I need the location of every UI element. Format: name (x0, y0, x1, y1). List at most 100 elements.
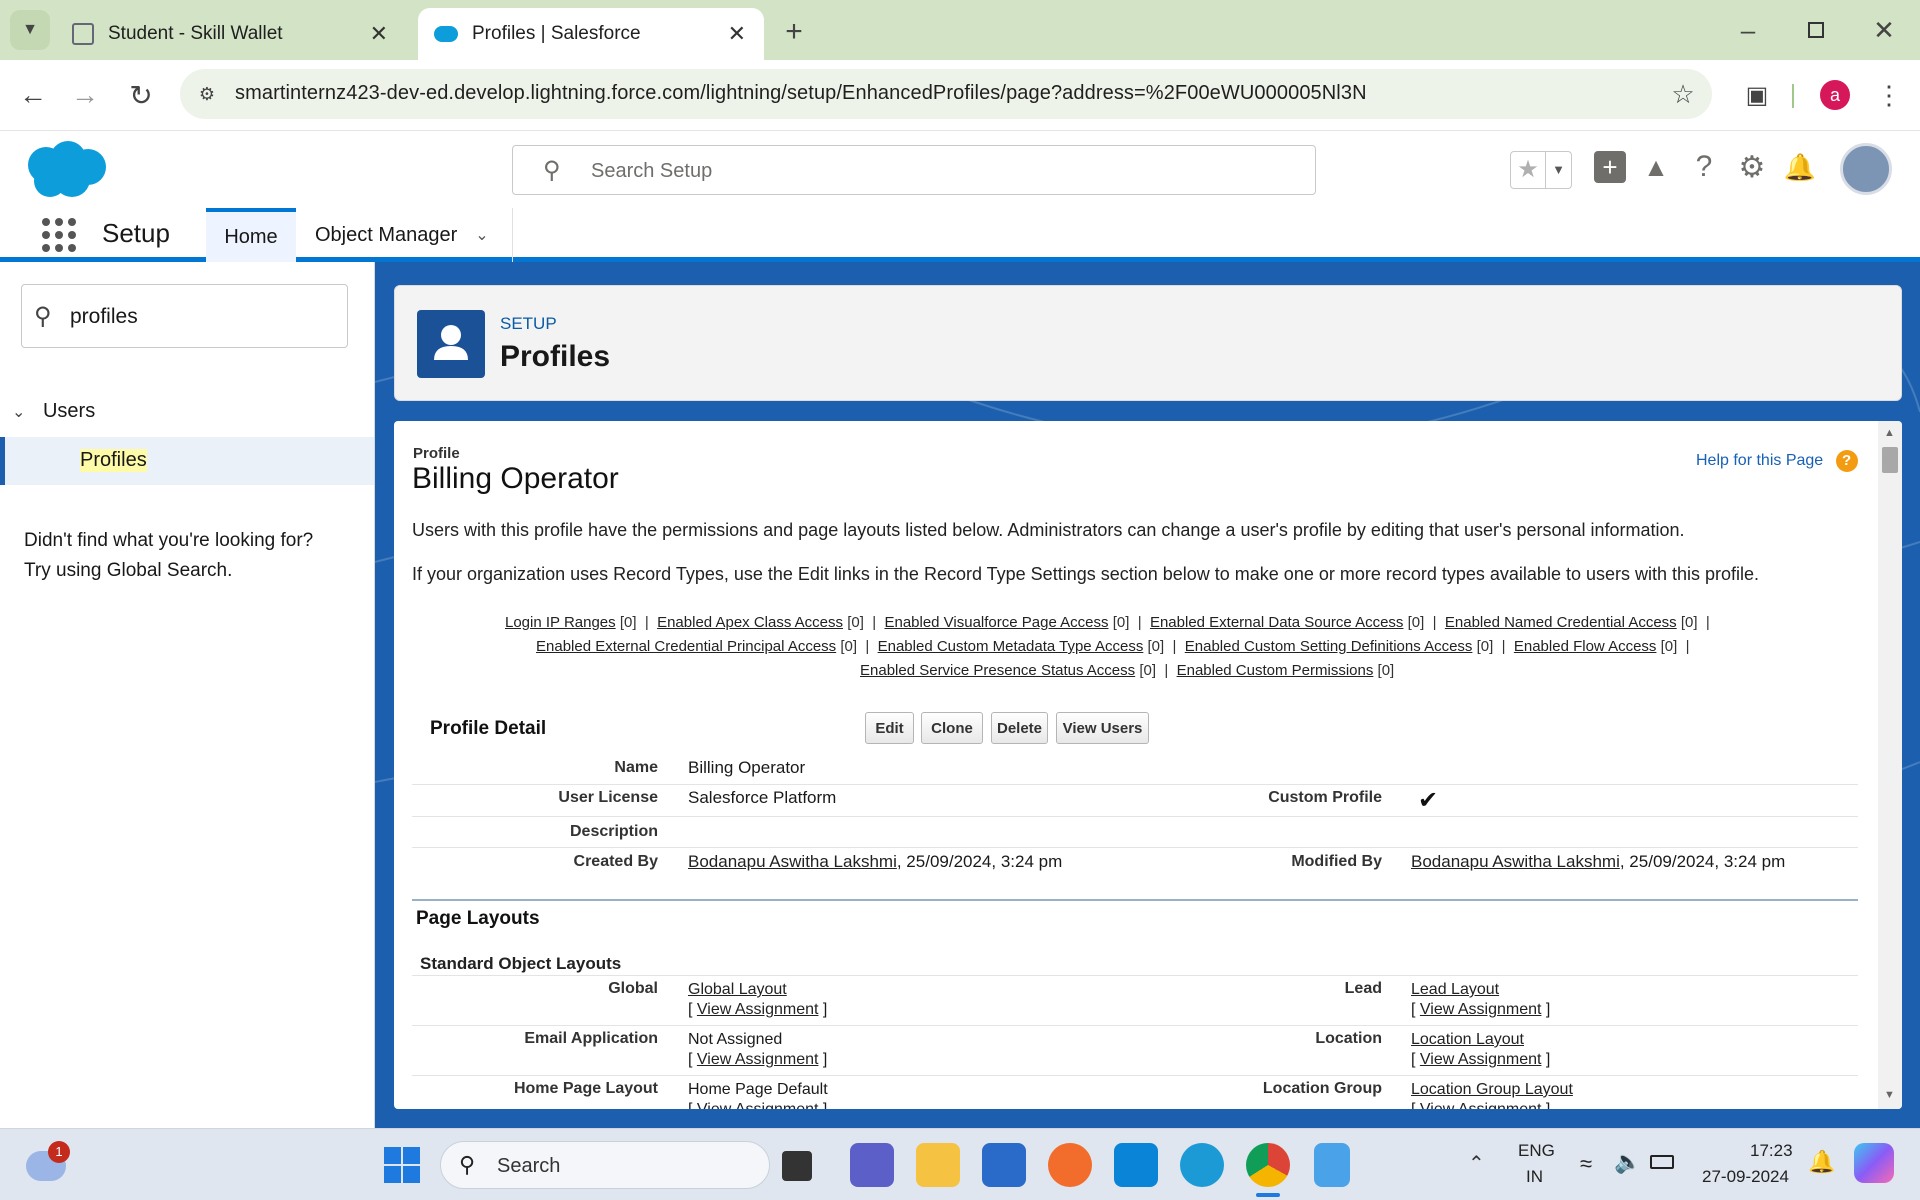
wifi-icon[interactable]: ≈ (1580, 1151, 1592, 1177)
chevron-down-icon[interactable]: ⌄ (475, 225, 488, 245)
setup-search-input[interactable]: ⚲ Search Setup (512, 145, 1316, 195)
delete-button[interactable]: Delete (991, 712, 1048, 744)
related-link[interactable]: Enabled Service Presence Status Access (860, 662, 1135, 679)
clock-date[interactable]: 27-09-2024 (1702, 1167, 1789, 1187)
minimize-icon[interactable]: – (1726, 8, 1770, 52)
created-by-date: , 25/09/2024, 3:24 pm (896, 852, 1063, 871)
browser-menu-icon[interactable]: ⋮ (1868, 74, 1910, 116)
microsoft-store-icon[interactable] (982, 1143, 1026, 1187)
notification-bell-icon[interactable]: 🔔 (1808, 1149, 1835, 1175)
view-assignment-link[interactable]: View Assignment (1420, 1001, 1542, 1018)
user-avatar[interactable] (1840, 143, 1892, 195)
chevron-down-icon[interactable]: ⌄ (12, 404, 25, 421)
language-line1[interactable]: ENG (1518, 1141, 1555, 1161)
favorites-button[interactable]: ★ ▼ (1510, 151, 1572, 189)
file-explorer-icon[interactable] (916, 1143, 960, 1187)
volume-icon[interactable]: 🔈 (1614, 1149, 1641, 1175)
language-line2[interactable]: IN (1526, 1167, 1543, 1187)
tab-object-manager[interactable]: Object Manager ⌄ (297, 208, 513, 262)
related-link[interactable]: Enabled Custom Setting Definitions Acces… (1185, 638, 1473, 655)
scrollbar[interactable]: ▲ ▼ (1878, 421, 1902, 1109)
firefox-icon[interactable] (1048, 1143, 1092, 1187)
trailhead-icon[interactable]: ▲ (1638, 149, 1674, 185)
related-link[interactable]: Enabled Named Credential Access (1445, 614, 1677, 631)
help-icon[interactable]: ? (1686, 149, 1722, 185)
new-tab-icon[interactable]: + (774, 12, 814, 52)
bookmark-star-icon[interactable]: ☆ (1668, 79, 1698, 109)
tab-profiles-salesforce[interactable]: Profiles | Salesforce ✕ (418, 8, 764, 60)
view-assignment-link[interactable]: View Assignment (697, 1001, 819, 1018)
related-link[interactable]: Enabled External Data Source Access (1150, 614, 1403, 631)
profile-avatar[interactable]: a (1820, 80, 1850, 110)
teams-icon[interactable] (850, 1143, 894, 1187)
edge-icon[interactable] (1180, 1143, 1224, 1187)
modified-by-user-link[interactable]: Bodanapu Aswitha Lakshmi (1411, 852, 1620, 871)
tab-search-dropdown-icon[interactable]: ▼ (10, 10, 50, 50)
tab-close-icon[interactable]: ✕ (370, 21, 388, 47)
extensions-icon[interactable]: ▣ (1736, 74, 1778, 116)
chevron-down-icon[interactable]: ▼ (1545, 152, 1571, 188)
clock-time[interactable]: 17:23 (1750, 1141, 1793, 1161)
copilot-icon[interactable] (1854, 1143, 1894, 1183)
related-link[interactable]: Enabled Custom Metadata Type Access (878, 638, 1144, 655)
taskbar-search-box[interactable]: ⚲ Search (440, 1141, 770, 1189)
layout-link[interactable]: Location Layout (1411, 1031, 1524, 1048)
tab-home[interactable]: Home (206, 208, 296, 262)
tree-node-users[interactable]: ⌄ Users (12, 400, 95, 423)
page-layouts-title: Page Layouts (416, 908, 540, 929)
help-link-label[interactable]: Help for this Page (1696, 452, 1823, 469)
tab-title: Profiles | Salesforce (472, 23, 641, 44)
edit-button[interactable]: Edit (865, 712, 914, 744)
field-value-created-by: Bodanapu Aswitha Lakshmi, 25/09/2024, 3:… (688, 852, 1062, 872)
url-text: smartinternz423-dev-ed.develop.lightning… (235, 82, 1367, 104)
help-for-page-link[interactable]: Help for this Page ? (1696, 450, 1858, 472)
layout-link[interactable]: Location Group Layout (1411, 1081, 1573, 1098)
star-icon: ★ (1517, 156, 1539, 183)
layout-value: Location Layout [ View Assignment ] (1411, 1031, 1551, 1068)
related-link[interactable]: Enabled Custom Permissions (1177, 662, 1374, 679)
tab-skill-wallet[interactable]: Student - Skill Wallet ✕ (60, 8, 406, 60)
related-link[interactable]: Enabled Visualforce Page Access (884, 614, 1108, 631)
clone-button[interactable]: Clone (921, 712, 983, 744)
app-launcher-icon[interactable] (42, 218, 76, 252)
view-assignment-link[interactable]: View Assignment (1420, 1051, 1542, 1068)
notifications-bell-icon[interactable]: 🔔 (1782, 149, 1818, 185)
site-info-icon[interactable]: ⚙ (194, 81, 220, 107)
created-by-user-link[interactable]: Bodanapu Aswitha Lakshmi (688, 852, 897, 871)
related-link[interactable]: Login IP Ranges (505, 614, 616, 631)
scrollbar-thumb[interactable] (1882, 447, 1898, 473)
scroll-up-arrow-icon[interactable]: ▲ (1884, 427, 1895, 439)
layout-link[interactable]: Lead Layout (1411, 981, 1499, 998)
view-assignment-link[interactable]: View Assignment (697, 1101, 819, 1109)
tab-close-icon[interactable]: ✕ (728, 21, 746, 47)
forward-icon[interactable]: → (64, 74, 106, 116)
chrome-icon[interactable] (1246, 1143, 1290, 1187)
cortana-icon[interactable] (1114, 1143, 1158, 1187)
reload-icon[interactable]: ↻ (120, 74, 162, 116)
scroll-down-arrow-icon[interactable]: ▼ (1884, 1089, 1895, 1101)
tray-chevron-up-icon[interactable]: ⌃ (1468, 1151, 1485, 1176)
view-users-button[interactable]: View Users (1056, 712, 1149, 744)
related-link[interactable]: Enabled External Credential Principal Ac… (536, 638, 836, 655)
related-link[interactable]: Enabled Apex Class Access (657, 614, 843, 631)
restore-icon[interactable] (1794, 8, 1838, 52)
task-view-icon[interactable] (782, 1151, 812, 1181)
profile-name-heading: Billing Operator (412, 462, 619, 495)
layout-link[interactable]: Global Layout (688, 981, 787, 998)
salesforce-logo[interactable] (22, 139, 112, 201)
window-close-icon[interactable]: ✕ (1862, 8, 1906, 52)
tree-node-profiles[interactable]: Profiles (0, 437, 374, 485)
quick-find-input[interactable]: ⚲ profiles (21, 284, 348, 348)
view-assignment-link[interactable]: View Assignment (1420, 1101, 1542, 1109)
setup-gear-icon[interactable]: ⚙ (1734, 149, 1770, 185)
battery-icon[interactable] (1650, 1155, 1674, 1169)
address-bar[interactable]: ⚙ smartinternz423-dev-ed.develop.lightni… (180, 69, 1712, 119)
page-eyebrow[interactable]: SETUP (500, 314, 557, 334)
field-label-name: Name (614, 759, 658, 776)
global-actions-icon[interactable]: + (1594, 151, 1626, 183)
notepad-icon[interactable] (1314, 1143, 1350, 1187)
windows-start-icon[interactable] (384, 1147, 420, 1183)
back-icon[interactable]: ← (12, 74, 54, 116)
related-link[interactable]: Enabled Flow Access (1514, 638, 1657, 655)
view-assignment-link[interactable]: View Assignment (697, 1051, 819, 1068)
